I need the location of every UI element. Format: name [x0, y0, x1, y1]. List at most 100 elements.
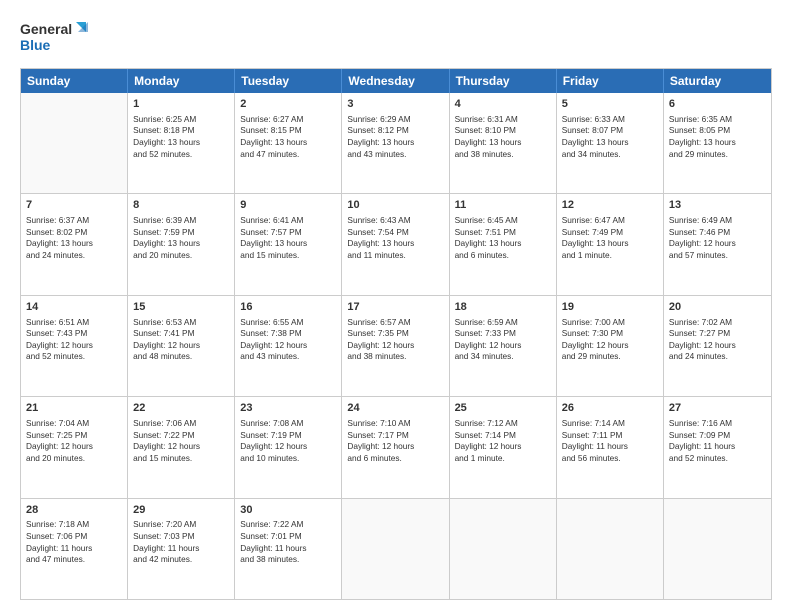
day-cell-29: 29Sunrise: 7:20 AM Sunset: 7:03 PM Dayli… [128, 499, 235, 599]
day-cell-13: 13 Sunrise: 6:49 AM Sunset: 7:46 PM Dayli… [664, 194, 771, 294]
day-number: 16 [240, 300, 336, 315]
day-number: 12 [562, 198, 658, 213]
cell-content: Sunrise: 7:16 AM Sunset: 7:09 PM Dayligh… [669, 418, 766, 464]
day-number: 6 [669, 97, 766, 112]
cell-content: Sunrise: 6:31 AM Sunset: 8:10 PM Dayligh… [455, 114, 551, 160]
header-day-monday: Monday [128, 69, 235, 93]
day-cell-15: 15 Sunrise: 6:53 AM Sunset: 7:41 PM Dayli… [128, 296, 235, 396]
day-number: 18 [455, 300, 551, 315]
empty-cell [664, 499, 771, 599]
day-number: 29 [133, 503, 229, 518]
header-day-saturday: Saturday [664, 69, 771, 93]
day-number: 9 [240, 198, 336, 213]
cell-content: Sunrise: 6:29 AM Sunset: 8:12 PM Dayligh… [347, 114, 443, 160]
day-number: 17 [347, 300, 443, 315]
cell-content: Sunrise: 7:06 AM Sunset: 7:22 PM Dayligh… [133, 418, 229, 464]
day-cell-3: 3 Sunrise: 6:29 AM Sunset: 8:12 PM Daylig… [342, 93, 449, 193]
day-number: 4 [455, 97, 551, 112]
day-cell-5: 5 Sunrise: 6:33 AM Sunset: 8:07 PM Daylig… [557, 93, 664, 193]
day-cell-24: 24Sunrise: 7:10 AM Sunset: 7:17 PM Dayli… [342, 397, 449, 497]
day-cell-2: 2Sunrise: 6:27 AM Sunset: 8:15 PM Daylig… [235, 93, 342, 193]
day-cell-30: 30Sunrise: 7:22 AM Sunset: 7:01 PM Dayli… [235, 499, 342, 599]
day-cell-10: 10 Sunrise: 6:43 AM Sunset: 7:54 PM Dayli… [342, 194, 449, 294]
day-number: 13 [669, 198, 766, 213]
cell-content: Sunrise: 7:18 AM Sunset: 7:06 PM Dayligh… [26, 519, 122, 565]
calendar-header: SundayMondayTuesdayWednesdayThursdayFrid… [21, 69, 771, 93]
day-number: 23 [240, 401, 336, 416]
day-number: 22 [133, 401, 229, 416]
svg-text:Blue: Blue [20, 37, 51, 53]
cell-content: Sunrise: 7:04 AM Sunset: 7:25 PM Dayligh… [26, 418, 122, 464]
day-cell-6: 6 Sunrise: 6:35 AM Sunset: 8:05 PM Daylig… [664, 93, 771, 193]
week-row-5: 28Sunrise: 7:18 AM Sunset: 7:06 PM Dayli… [21, 498, 771, 599]
cell-content: Sunrise: 6:45 AM Sunset: 7:51 PM Dayligh… [455, 215, 551, 261]
day-number: 10 [347, 198, 443, 213]
day-cell-25: 25 Sunrise: 7:12 AM Sunset: 7:14 PM Dayli… [450, 397, 557, 497]
header-day-tuesday: Tuesday [235, 69, 342, 93]
week-row-1: 1Sunrise: 6:25 AM Sunset: 8:18 PM Daylig… [21, 93, 771, 193]
empty-cell [450, 499, 557, 599]
cell-content: Sunrise: 7:12 AM Sunset: 7:14 PM Dayligh… [455, 418, 551, 464]
cell-content: Sunrise: 6:55 AM Sunset: 7:38 PM Dayligh… [240, 317, 336, 363]
day-cell-22: 22 Sunrise: 7:06 AM Sunset: 7:22 PM Dayli… [128, 397, 235, 497]
day-number: 30 [240, 503, 336, 518]
cell-content: Sunrise: 6:25 AM Sunset: 8:18 PM Dayligh… [133, 114, 229, 160]
day-number: 28 [26, 503, 122, 518]
cell-content: Sunrise: 6:43 AM Sunset: 7:54 PM Dayligh… [347, 215, 443, 261]
day-number: 25 [455, 401, 551, 416]
cell-content: Sunrise: 6:37 AM Sunset: 8:02 PM Dayligh… [26, 215, 122, 261]
day-cell-27: 27 Sunrise: 7:16 AM Sunset: 7:09 PM Dayli… [664, 397, 771, 497]
cell-content: Sunrise: 6:47 AM Sunset: 7:49 PM Dayligh… [562, 215, 658, 261]
cell-content: Sunrise: 7:14 AM Sunset: 7:11 PM Dayligh… [562, 418, 658, 464]
day-cell-19: 19 Sunrise: 7:00 AM Sunset: 7:30 PM Dayli… [557, 296, 664, 396]
cell-content: Sunrise: 7:22 AM Sunset: 7:01 PM Dayligh… [240, 519, 336, 565]
cell-content: Sunrise: 6:33 AM Sunset: 8:07 PM Dayligh… [562, 114, 658, 160]
day-number: 26 [562, 401, 658, 416]
cell-content: Sunrise: 6:41 AM Sunset: 7:57 PM Dayligh… [240, 215, 336, 261]
cell-content: Sunrise: 6:49 AM Sunset: 7:46 PM Dayligh… [669, 215, 766, 261]
cell-content: Sunrise: 7:20 AM Sunset: 7:03 PM Dayligh… [133, 519, 229, 565]
week-row-3: 14 Sunrise: 6:51 AM Sunset: 7:43 PM Dayli… [21, 295, 771, 396]
empty-cell [342, 499, 449, 599]
day-cell-8: 8Sunrise: 6:39 AM Sunset: 7:59 PM Daylig… [128, 194, 235, 294]
day-cell-21: 21 Sunrise: 7:04 AM Sunset: 7:25 PM Dayli… [21, 397, 128, 497]
calendar: SundayMondayTuesdayWednesdayThursdayFrid… [20, 68, 772, 600]
day-cell-28: 28Sunrise: 7:18 AM Sunset: 7:06 PM Dayli… [21, 499, 128, 599]
cell-content: Sunrise: 7:02 AM Sunset: 7:27 PM Dayligh… [669, 317, 766, 363]
day-number: 21 [26, 401, 122, 416]
header-day-friday: Friday [557, 69, 664, 93]
cell-content: Sunrise: 7:00 AM Sunset: 7:30 PM Dayligh… [562, 317, 658, 363]
day-cell-7: 7 Sunrise: 6:37 AM Sunset: 8:02 PM Daylig… [21, 194, 128, 294]
cell-content: Sunrise: 6:51 AM Sunset: 7:43 PM Dayligh… [26, 317, 122, 363]
day-cell-20: 20Sunrise: 7:02 AM Sunset: 7:27 PM Dayli… [664, 296, 771, 396]
day-number: 7 [26, 198, 122, 213]
cell-content: Sunrise: 6:57 AM Sunset: 7:35 PM Dayligh… [347, 317, 443, 363]
week-row-2: 7 Sunrise: 6:37 AM Sunset: 8:02 PM Daylig… [21, 193, 771, 294]
empty-cell [557, 499, 664, 599]
day-number: 8 [133, 198, 229, 213]
day-number: 19 [562, 300, 658, 315]
cell-content: Sunrise: 6:53 AM Sunset: 7:41 PM Dayligh… [133, 317, 229, 363]
day-cell-17: 17 Sunrise: 6:57 AM Sunset: 7:35 PM Dayli… [342, 296, 449, 396]
page: General Blue SundayMondayTuesdayWednesda… [0, 0, 792, 612]
day-cell-12: 12 Sunrise: 6:47 AM Sunset: 7:49 PM Dayli… [557, 194, 664, 294]
day-cell-11: 11 Sunrise: 6:45 AM Sunset: 7:51 PM Dayli… [450, 194, 557, 294]
cell-content: Sunrise: 6:59 AM Sunset: 7:33 PM Dayligh… [455, 317, 551, 363]
svg-text:General: General [20, 21, 72, 37]
cell-content: Sunrise: 7:10 AM Sunset: 7:17 PM Dayligh… [347, 418, 443, 464]
header-day-thursday: Thursday [450, 69, 557, 93]
day-number: 5 [562, 97, 658, 112]
day-cell-18: 18 Sunrise: 6:59 AM Sunset: 7:33 PM Dayli… [450, 296, 557, 396]
header-day-wednesday: Wednesday [342, 69, 449, 93]
cell-content: Sunrise: 6:35 AM Sunset: 8:05 PM Dayligh… [669, 114, 766, 160]
logo-svg: General Blue [20, 18, 90, 60]
day-number: 14 [26, 300, 122, 315]
day-number: 27 [669, 401, 766, 416]
day-number: 11 [455, 198, 551, 213]
day-number: 15 [133, 300, 229, 315]
day-number: 3 [347, 97, 443, 112]
day-cell-1: 1Sunrise: 6:25 AM Sunset: 8:18 PM Daylig… [128, 93, 235, 193]
day-number: 2 [240, 97, 336, 112]
cell-content: Sunrise: 7:08 AM Sunset: 7:19 PM Dayligh… [240, 418, 336, 464]
header-day-sunday: Sunday [21, 69, 128, 93]
